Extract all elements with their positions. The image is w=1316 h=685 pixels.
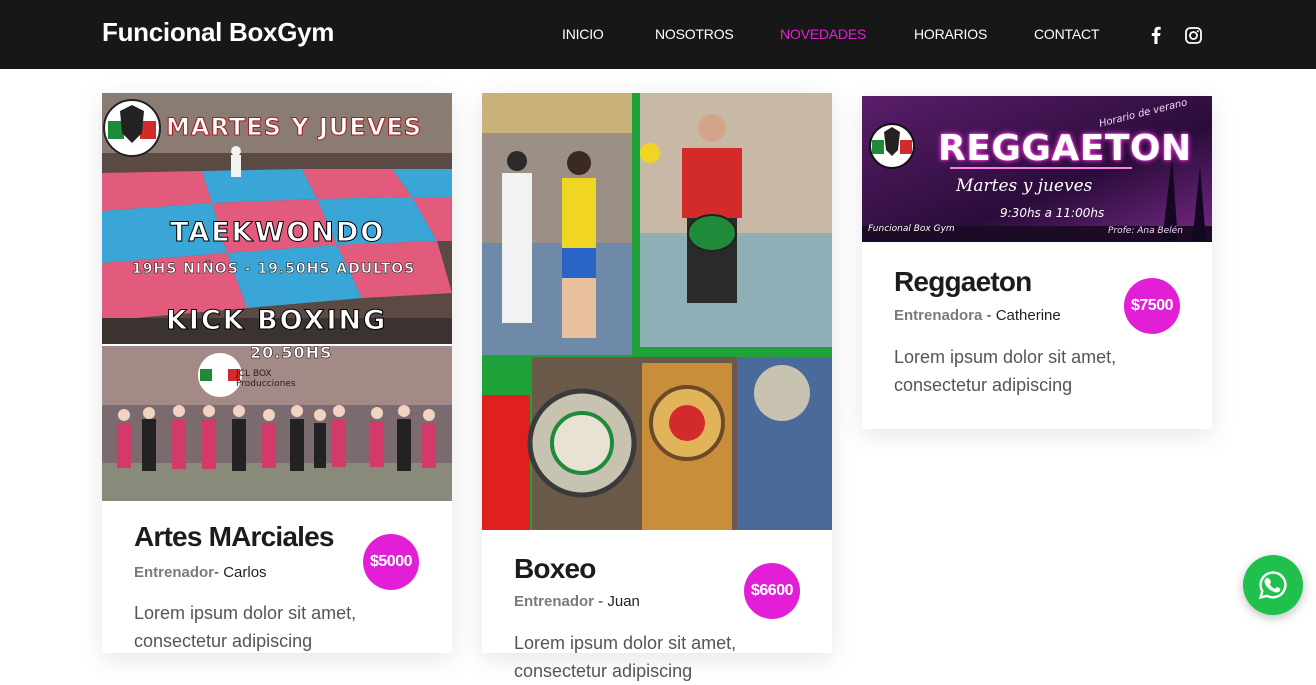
poster-days-text: Martes y jueves <box>956 176 1093 196</box>
trainer-name: Catherine <box>995 307 1061 324</box>
price-badge: $7500 <box>1124 278 1180 334</box>
martial-arts-poster-image: MARTES Y JUEVES TAEKWONDO 19HS NIÑOS - 1… <box>102 93 452 501</box>
card-description: Lorem ipsum dolor sit amet, consectetur … <box>134 603 357 651</box>
poster-kickboxing-text: KICK BOXING <box>165 305 388 337</box>
trainer-label: Entrenadora <box>894 307 983 324</box>
class-card-reggaeton[interactable]: REGGAETON Horario de verano Martes y jue… <box>862 96 1212 429</box>
nav-link-inicio[interactable]: INICIO <box>562 26 604 42</box>
card-title: Artes MArciales <box>134 521 334 552</box>
poster-headline-text: REGGAETON <box>938 128 1192 169</box>
nav-link-horarios[interactable]: HORARIOS <box>914 26 987 42</box>
nav-link-nosotros[interactable]: NOSOTROS <box>655 26 734 42</box>
card-description: Lorem ipsum dolor sit amet, consectetur … <box>514 633 737 681</box>
nav-link-novedades[interactable]: NOVEDADES <box>780 26 866 42</box>
card-title: Boxeo <box>514 553 596 584</box>
reggaeton-poster-image: REGGAETON Horario de verano Martes y jue… <box>862 96 1212 242</box>
class-card-artes-marciales[interactable]: MARTES Y JUEVES TAEKWONDO 19HS NIÑOS - 1… <box>102 93 452 653</box>
card-description: Lorem ipsum dolor sit amet, consectetur … <box>894 347 1117 395</box>
trainer-separator: - <box>214 564 224 581</box>
poster-teacher-text: Profe: Ana Belén <box>1108 226 1183 236</box>
card-trainer: Entrenadora - Catherine <box>894 307 1061 324</box>
trainer-label: Entrenador <box>134 564 215 581</box>
brand-logo-text[interactable]: Funcional BoxGym <box>102 17 334 48</box>
instagram-icon[interactable] <box>1183 25 1203 45</box>
price-badge: $6600 <box>744 563 800 619</box>
boxing-collage-image <box>482 93 832 530</box>
whatsapp-button[interactable] <box>1243 555 1303 615</box>
trainer-label: Entrenador <box>514 593 595 610</box>
top-navbar: Funcional BoxGym INICIO NOSOTROS NOVEDAD… <box>0 0 1316 69</box>
whatsapp-icon <box>1258 571 1287 600</box>
facebook-icon[interactable] <box>1146 25 1166 45</box>
poster-handle-text: Funcional Box Gym <box>868 224 955 234</box>
trainer-separator: - <box>594 593 608 610</box>
trainer-name: Juan <box>607 593 640 610</box>
trainer-separator: - <box>982 307 996 324</box>
price-badge: $5000 <box>363 534 419 590</box>
poster-taekwondo-text: TAEKWONDO <box>169 217 386 249</box>
card-trainer: Entrenador- Carlos <box>134 564 267 581</box>
trainer-name: Carlos <box>223 564 267 581</box>
nav-link-contact[interactable]: CONTACT <box>1034 26 1099 42</box>
poster-kickboxing-time: 20.50HS <box>250 343 333 363</box>
poster-sign-text: JCL BOX Producciones <box>236 369 296 389</box>
card-trainer: Entrenador - Juan <box>514 593 640 610</box>
card-title: Reggaeton <box>894 266 1032 297</box>
poster-time-text: 9:30hs a 11:00hs <box>1000 206 1105 220</box>
poster-days-text: MARTES Y JUEVES <box>165 113 423 142</box>
class-card-boxeo[interactable]: Boxeo Entrenador - Juan $6600 Lorem ipsu… <box>482 93 832 681</box>
poster-schedule-text: 19HS NIÑOS - 19.50HS ADULTOS <box>132 261 416 278</box>
